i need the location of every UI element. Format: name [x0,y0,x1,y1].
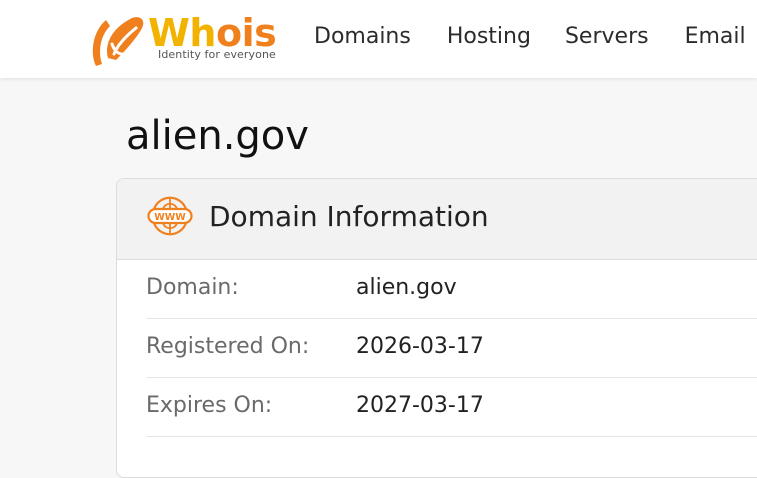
main-nav: Domains Hosting Servers Email [314,22,746,52]
info-row-expires-on: Expires On: 2027-03-17 [146,378,757,437]
row-label: Expires On: [146,393,273,418]
nav-email[interactable]: Email [685,22,746,52]
row-value: 2026-03-17 [356,334,484,359]
nav-servers[interactable]: Servers [565,22,649,52]
domain-information-card: WWW Domain Information Domain: alien.gov… [116,178,757,478]
page-title: alien.gov [126,113,309,159]
info-row-domain: Domain: alien.gov [146,260,757,319]
nav-domains[interactable]: Domains [314,22,411,52]
whois-logo-icon [92,17,144,66]
site-header: Whois Identity for everyone Domains Host… [0,0,757,78]
info-row-registered-on: Registered On: 2026-03-17 [146,319,757,378]
svg-text:WWW: WWW [154,212,186,223]
row-label: Domain: [146,275,239,300]
nav-hosting[interactable]: Hosting [447,22,531,52]
row-label: Registered On: [146,334,310,359]
www-icon: WWW [147,196,193,236]
row-value: 2027-03-17 [356,393,484,418]
whois-logo[interactable]: Whois Identity for everyone [88,10,278,66]
card-title: Domain Information [209,200,489,233]
row-value: alien.gov [356,275,457,300]
card-header: WWW Domain Information [117,179,757,260]
logo-tagline: Identity for everyone [158,48,276,61]
